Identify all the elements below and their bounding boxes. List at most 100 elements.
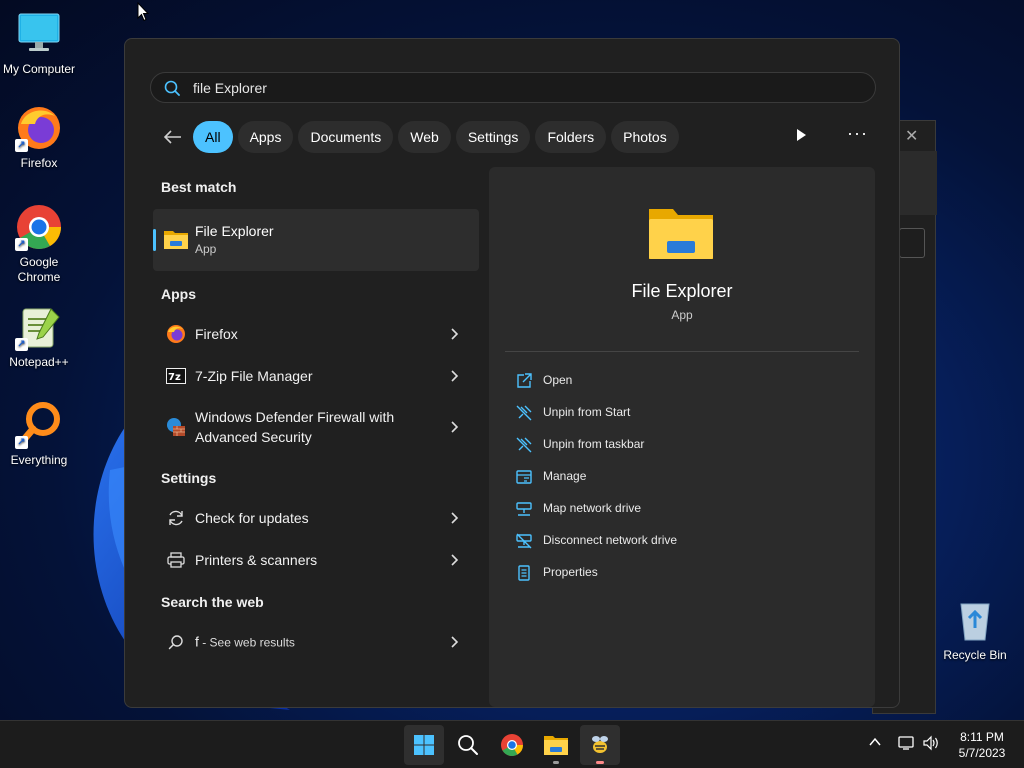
chrome-icon: ↗ [15, 203, 63, 251]
back-arrow-icon [164, 130, 181, 144]
clock-date: 5/7/2023 [958, 746, 1006, 760]
notepadpp-icon: ↗ [15, 303, 63, 351]
web-heading: Search the web [161, 594, 264, 610]
taskbar-search-button[interactable] [448, 725, 488, 765]
preview-app-name: File Explorer [631, 281, 733, 301]
action-label: Properties [543, 565, 598, 579]
desktop-icon-notepadpp[interactable]: ↗ Notepad++ [0, 303, 78, 370]
disconnect-drive-icon [516, 533, 532, 549]
filter-apps[interactable]: Apps [237, 121, 294, 153]
apps-heading: Apps [161, 286, 196, 302]
filter-settings[interactable]: Settings [455, 121, 531, 153]
app-result-7zip[interactable]: 7z 7-Zip File Manager [153, 356, 479, 396]
start-search-panel: All Apps Documents Web Settings Folders … [124, 38, 900, 708]
everything-icon: ↗ [15, 401, 63, 449]
action-label: Unpin from Start [543, 405, 631, 419]
action-properties[interactable]: Properties [515, 559, 845, 587]
more-options-icon[interactable]: ··· [847, 123, 868, 144]
app-result-firewall[interactable]: Windows Defender Firewall with Advanced … [153, 403, 479, 451]
app-result-firefox[interactable]: Firefox [153, 314, 479, 354]
app-result-label: Firefox [195, 326, 238, 342]
properties-icon [518, 565, 530, 581]
best-match-name: File Explorer [195, 223, 274, 239]
preview-app-type: App [671, 308, 693, 322]
web-result[interactable]: f - See web results [153, 622, 479, 662]
system-clock[interactable]: 8:11 PM 5/7/2023 [950, 729, 1014, 761]
chevron-up-icon[interactable] [868, 735, 882, 749]
action-unpin-start[interactable]: Unpin from Start [515, 399, 845, 427]
action-open[interactable]: Open [515, 367, 845, 395]
firefox-icon: ↗ [15, 104, 63, 152]
shortcut-arrow-icon: ↗ [15, 139, 28, 152]
app-result-label: 7-Zip File Manager [195, 368, 313, 384]
taskbar-chrome[interactable] [492, 725, 532, 765]
filter-web[interactable]: Web [398, 121, 451, 153]
best-match-item[interactable]: File Explorer App [153, 209, 479, 271]
filter-bar: All Apps Documents Web Settings Folders … [159, 120, 684, 154]
back-button[interactable] [159, 123, 187, 151]
chevron-right-icon[interactable] [451, 512, 459, 524]
action-label: Open [543, 373, 573, 387]
web-result-suffix: - See web results [198, 635, 295, 650]
settings-heading: Settings [161, 470, 217, 486]
svg-text:7z: 7z [168, 372, 181, 383]
taskbar-file-explorer[interactable] [536, 725, 576, 765]
shortcut-arrow-icon: ↗ [15, 338, 28, 351]
search-input[interactable] [193, 77, 833, 99]
desktop-icon-label: My Computer [2, 62, 76, 76]
desktop-icon-label: Firefox [20, 156, 58, 170]
desktop-icon-everything[interactable]: ↗ Everything [0, 401, 78, 468]
desktop-icon-recycle-bin[interactable]: Recycle Bin [936, 596, 1014, 663]
action-label: Map network drive [543, 501, 642, 515]
action-disconnect-network-drive[interactable]: Disconnect network drive [515, 527, 845, 555]
preview-pane: File Explorer App Open Unpin from Start … [489, 167, 875, 707]
refresh-icon [165, 507, 187, 529]
filter-all[interactable]: All [193, 121, 233, 153]
play-icon[interactable] [795, 128, 807, 142]
running-indicator [596, 761, 604, 764]
desktop-icon-my-computer[interactable]: My Computer [0, 10, 78, 77]
taskbar: 8:11 PM 5/7/2023 [0, 720, 1024, 768]
close-icon[interactable]: ✕ [905, 126, 918, 146]
action-manage[interactable]: Manage [515, 463, 845, 491]
volume-icon[interactable] [922, 735, 940, 751]
chevron-right-icon[interactable] [451, 421, 459, 433]
desktop-icon-google-chrome[interactable]: ↗ Google Chrome [0, 203, 78, 285]
bee-app-icon [592, 736, 608, 753]
search-icon [164, 80, 180, 96]
action-label: Manage [543, 469, 587, 483]
unpin-icon [516, 437, 532, 453]
action-label: Disconnect network drive [543, 533, 678, 547]
manage-icon [516, 470, 532, 484]
search-box[interactable] [150, 72, 876, 103]
settings-result-printers[interactable]: Printers & scanners [153, 540, 479, 580]
action-label: Unpin from taskbar [543, 437, 645, 451]
desktop-icon-firefox[interactable]: ↗ Firefox [0, 104, 78, 171]
mouse-cursor-icon [137, 2, 149, 22]
file-explorer-icon [649, 209, 713, 259]
unpin-icon [516, 405, 532, 421]
chevron-right-icon[interactable] [451, 636, 459, 648]
settings-result-label: Printers & scanners [195, 552, 318, 568]
filter-folders[interactable]: Folders [535, 121, 607, 153]
file-explorer-icon [544, 736, 568, 755]
selection-accent [153, 229, 156, 251]
shortcut-arrow-icon: ↗ [15, 238, 28, 251]
open-external-icon [517, 373, 532, 388]
taskbar-app-active[interactable] [580, 725, 620, 765]
desktop-icon-label: Recycle Bin [943, 648, 1007, 662]
chevron-right-icon[interactable] [451, 370, 459, 382]
chevron-right-icon[interactable] [451, 328, 459, 340]
desktop-icon-label: Everything [10, 453, 68, 467]
action-unpin-taskbar[interactable]: Unpin from taskbar [515, 431, 845, 459]
start-button[interactable] [404, 725, 444, 765]
window-search-box[interactable] [899, 228, 925, 258]
settings-result-check-updates[interactable]: Check for updates [153, 498, 479, 538]
chevron-right-icon[interactable] [451, 554, 459, 566]
desktop-icon-label: Google Chrome [17, 255, 61, 284]
network-icon[interactable] [898, 735, 916, 751]
filter-photos[interactable]: Photos [611, 121, 679, 153]
action-map-network-drive[interactable]: Map network drive [515, 495, 845, 523]
preview-divider [505, 351, 859, 352]
filter-documents[interactable]: Documents [298, 121, 394, 153]
